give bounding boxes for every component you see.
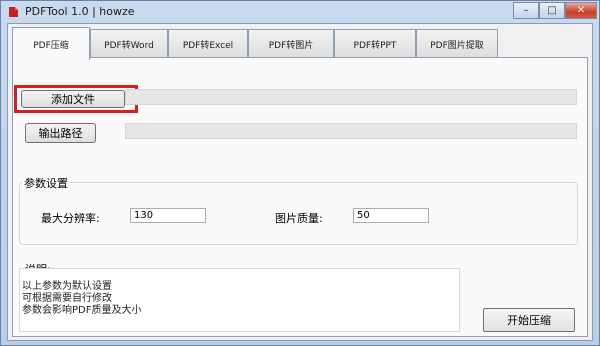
pdf-app-icon [9,7,18,17]
output-path-button[interactable]: 输出路径 [25,123,96,143]
maximize-button[interactable]: □ [539,2,565,19]
close-button[interactable]: ✕ [565,2,597,19]
add-file-path-field[interactable] [125,89,577,105]
image-quality-input[interactable] [353,208,429,223]
app-window: PDFTool 1.0 | howze – □ ✕ PDF压缩 PDF转Word… [0,0,600,346]
compress-panel: 添加文件 输出路径 参数设置 最大分辨率: 图片质量: 说明: 以上参数为默认设… [12,57,588,337]
tab-pdf-to-ppt[interactable]: PDF转PPT [334,29,416,59]
tab-pdf-to-excel[interactable]: PDF转Excel [168,29,248,59]
note-line: 参数会影响PDF质量及大小 [22,305,142,316]
window-title: PDFTool 1.0 | howze [25,5,135,18]
tab-pdf-to-word[interactable]: PDF转Word [90,29,168,59]
client-area: PDF压缩 PDF转Word PDF转Excel PDF转图片 PDF转PPT … [7,23,593,341]
start-compress-button[interactable]: 开始压缩 [483,308,575,332]
image-quality-label: 图片质量: [275,212,323,225]
params-groupbox: 参数设置 最大分辨率: 图片质量: [19,175,578,245]
params-group-title: 参数设置 [22,175,70,191]
minimize-button[interactable]: – [513,2,539,19]
notes-box: 以上参数为默认设置 可根据需要自行修改 参数会影响PDF质量及大小 [19,268,460,332]
add-file-button[interactable]: 添加文件 [21,90,125,108]
max-resolution-input[interactable] [130,208,206,223]
output-path-field[interactable] [125,123,577,139]
title-bar[interactable]: PDFTool 1.0 | howze – □ ✕ [1,1,599,23]
tab-pdf-compress[interactable]: PDF压缩 [12,27,90,60]
tab-pdf-image-extract[interactable]: PDF图片提取 [416,29,498,59]
tab-pdf-to-image[interactable]: PDF转图片 [248,29,334,59]
max-resolution-label: 最大分辨率: [41,212,100,225]
